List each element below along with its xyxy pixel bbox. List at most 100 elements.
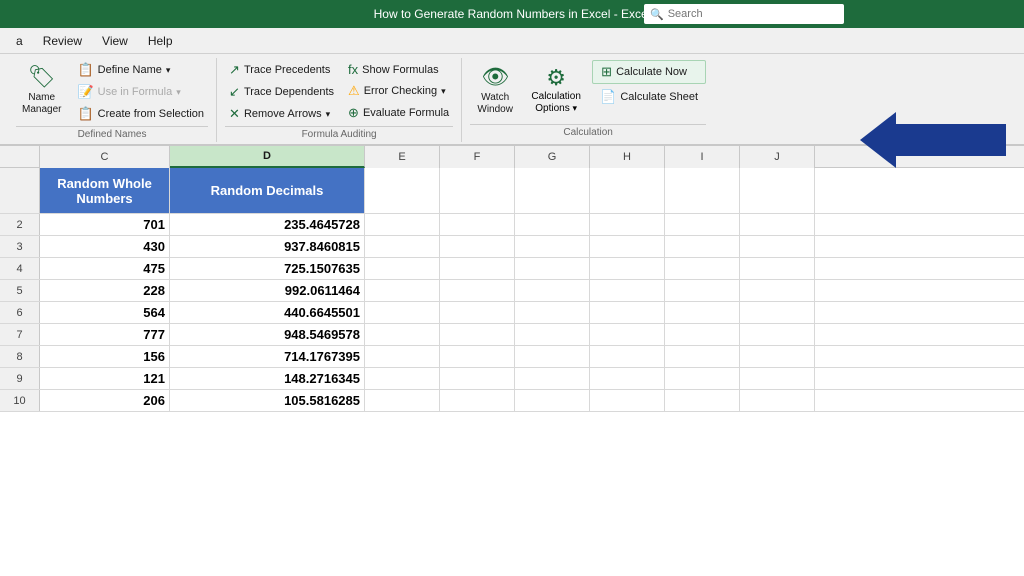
cell-g-6[interactable] [515,302,590,323]
search-input[interactable] [668,8,838,20]
cell-d-5[interactable]: 992.0611464 [170,280,365,301]
cell-e-4[interactable] [365,258,440,279]
cell-e-3[interactable] [365,236,440,257]
cell-h-7[interactable] [590,324,665,345]
cell-e-10[interactable] [365,390,440,411]
cell-d-8[interactable]: 714.1767395 [170,346,365,367]
cell-i-4[interactable] [665,258,740,279]
cell-i-10[interactable] [665,390,740,411]
cell-f-9[interactable] [440,368,515,389]
calculate-sheet-button[interactable]: 📄 Calculate Sheet [592,86,706,108]
cell-d-7[interactable]: 948.5469578 [170,324,365,345]
cell-j-7[interactable] [740,324,815,345]
col-header-h[interactable]: H [590,146,665,168]
cell-g-4[interactable] [515,258,590,279]
cell-e-9[interactable] [365,368,440,389]
error-checking-dropdown[interactable]: ▾ [441,86,446,97]
cell-g-2[interactable] [515,214,590,235]
cell-f-5[interactable] [440,280,515,301]
define-name-button[interactable]: 📋 Define Name ▾ [73,60,208,80]
cell-j-header[interactable] [740,168,815,213]
create-from-selection-button[interactable]: 📋 Create from Selection [73,104,208,124]
cell-f-10[interactable] [440,390,515,411]
use-in-formula-dropdown[interactable]: ▾ [176,87,181,98]
cell-e-5[interactable] [365,280,440,301]
menu-item-a[interactable]: a [8,31,31,51]
cell-h-9[interactable] [590,368,665,389]
col-header-g[interactable]: G [515,146,590,168]
define-name-dropdown[interactable]: ▾ [166,65,171,76]
search-box[interactable]: 🔍 [644,4,844,24]
cell-g-9[interactable] [515,368,590,389]
cell-i-5[interactable] [665,280,740,301]
cell-h-5[interactable] [590,280,665,301]
cell-c-3[interactable]: 430 [40,236,170,257]
cell-e-8[interactable] [365,346,440,367]
cell-h-3[interactable] [590,236,665,257]
remove-arrows-dropdown[interactable]: ▾ [326,109,331,120]
cell-e-6[interactable] [365,302,440,323]
cell-j-5[interactable] [740,280,815,301]
cell-i-header[interactable] [665,168,740,213]
cell-c-5[interactable]: 228 [40,280,170,301]
cell-h-6[interactable] [590,302,665,323]
trace-dependents-button[interactable]: ↙ Trace Dependents [225,82,338,102]
cell-f-7[interactable] [440,324,515,345]
remove-arrows-button[interactable]: ✕ Remove Arrows ▾ [225,104,338,124]
cell-h-2[interactable] [590,214,665,235]
use-in-formula-button[interactable]: 📝 Use in Formula ▾ [73,82,208,102]
cell-i-8[interactable] [665,346,740,367]
cell-j-10[interactable] [740,390,815,411]
col-header-i[interactable]: I [665,146,740,168]
cell-c-7[interactable]: 777 [40,324,170,345]
cell-c-8[interactable]: 156 [40,346,170,367]
cell-f-4[interactable] [440,258,515,279]
cell-e-7[interactable] [365,324,440,345]
col-header-f[interactable]: F [440,146,515,168]
cell-c-9[interactable]: 121 [40,368,170,389]
cell-i-2[interactable] [665,214,740,235]
cell-j-8[interactable] [740,346,815,367]
cell-e-2[interactable] [365,214,440,235]
col-c-header-cell[interactable]: Random Whole Numbers [40,168,170,213]
cell-g-3[interactable] [515,236,590,257]
col-header-e[interactable]: E [365,146,440,168]
cell-e-header[interactable] [365,168,440,213]
menu-item-view[interactable]: View [94,31,136,51]
cell-j-3[interactable] [740,236,815,257]
cell-d-4[interactable]: 725.1507635 [170,258,365,279]
cell-f-header[interactable] [440,168,515,213]
cell-c-2[interactable]: 701 [40,214,170,235]
cell-f-3[interactable] [440,236,515,257]
calculate-now-button[interactable]: ⊞ Calculate Now [592,60,706,84]
menu-item-help[interactable]: Help [140,31,181,51]
col-header-d[interactable]: D [170,146,365,168]
cell-d-2[interactable]: 235.4645728 [170,214,365,235]
name-manager-button[interactable]: 🏷 NameManager [16,60,67,120]
cell-f-2[interactable] [440,214,515,235]
cell-i-7[interactable] [665,324,740,345]
cell-d-9[interactable]: 148.2716345 [170,368,365,389]
cell-g-5[interactable] [515,280,590,301]
col-d-header-cell[interactable]: Random Decimals [170,168,365,213]
show-formulas-button[interactable]: fx Show Formulas [344,60,453,79]
cell-j-9[interactable] [740,368,815,389]
col-header-j[interactable]: J [740,146,815,168]
cell-j-4[interactable] [740,258,815,279]
cell-i-6[interactable] [665,302,740,323]
cell-d-3[interactable]: 937.8460815 [170,236,365,257]
cell-d-6[interactable]: 440.6645501 [170,302,365,323]
cell-c-10[interactable]: 206 [40,390,170,411]
cell-h-8[interactable] [590,346,665,367]
cell-f-6[interactable] [440,302,515,323]
evaluate-formula-button[interactable]: ⊕ Evaluate Formula [344,103,453,123]
cell-h-10[interactable] [590,390,665,411]
cell-g-8[interactable] [515,346,590,367]
watch-window-button[interactable]: 👁 WatchWindow [470,60,520,120]
cell-i-3[interactable] [665,236,740,257]
cell-j-2[interactable] [740,214,815,235]
cell-d-10[interactable]: 105.5816285 [170,390,365,411]
cell-g-header[interactable] [515,168,590,213]
calculation-options-button[interactable]: ⚙ CalculationOptions ▾ [526,60,586,120]
cell-i-9[interactable] [665,368,740,389]
